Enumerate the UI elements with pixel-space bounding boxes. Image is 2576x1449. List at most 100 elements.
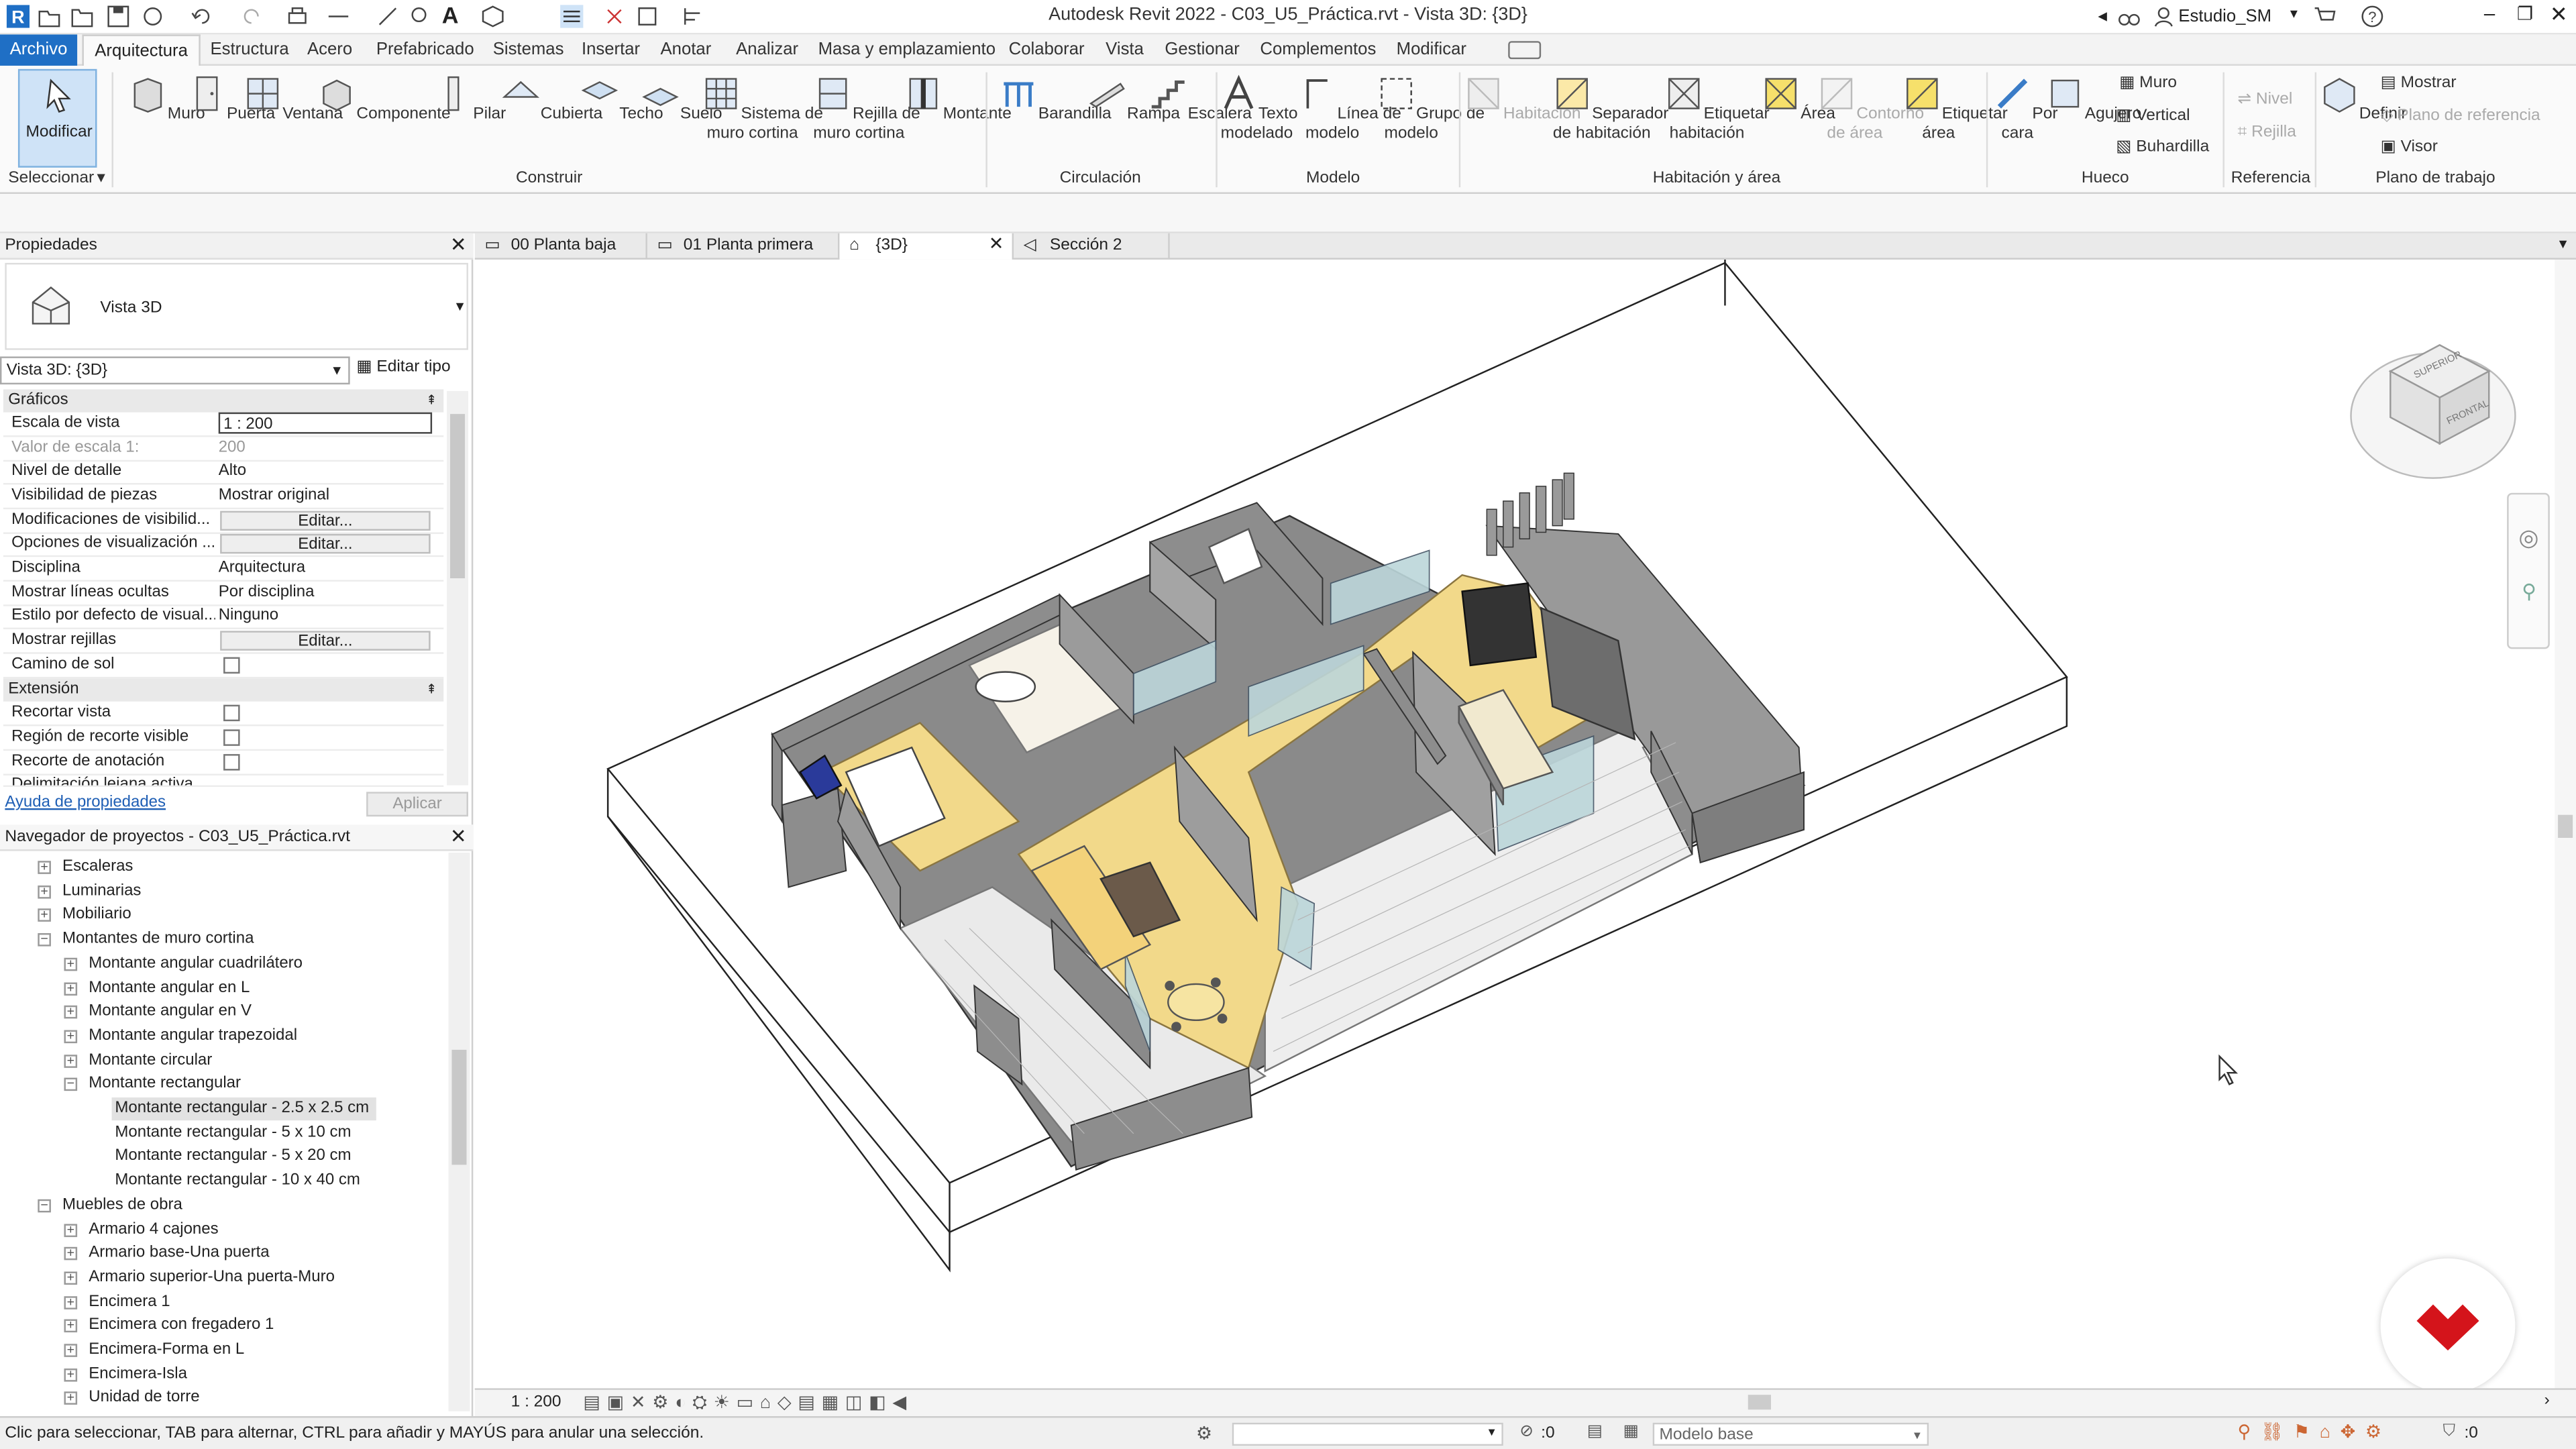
prop-row-parts[interactable]: Visibilidad de piezas Mostrar original	[3, 484, 444, 509]
tab-3d[interactable]: ⌂ {3D} ✕	[839, 233, 1014, 260]
component-button[interactable]: Componente	[317, 74, 451, 125]
window-button[interactable]: Ventana	[243, 74, 343, 125]
prop-value[interactable]: Alto	[219, 460, 432, 483]
scrollbar-thumb[interactable]	[450, 414, 466, 579]
tab-complementos[interactable]: Complementos	[1260, 40, 1376, 59]
prop-value[interactable]: Arquitectura	[219, 557, 432, 580]
ramp-button[interactable]: Rampa	[1087, 74, 1180, 125]
tree-item[interactable]: + Encimera con fregadero 1	[64, 1315, 274, 1338]
prop-row-crop-visible[interactable]: Región de recorte visible	[3, 726, 444, 751]
by-face-button[interactable]: Por cara	[1993, 74, 2058, 144]
filter-icon[interactable]: ⛉	[2443, 1423, 2455, 1441]
edit-type-button[interactable]: ▦ Editar tipo	[356, 358, 450, 376]
prop-row-detail[interactable]: Nivel de detalle Alto	[3, 460, 444, 484]
tab-prefabricado[interactable]: Prefabricado	[376, 40, 474, 59]
prop-row-crop[interactable]: Recortar vista	[3, 702, 444, 726]
room-separator-button[interactable]: Separador de habitación	[1552, 74, 1668, 144]
tag-area-button[interactable]: Etiquetar área	[1902, 74, 2008, 144]
cart-icon[interactable]	[2313, 5, 2336, 28]
chevron-down-icon[interactable]: ▾	[2290, 5, 2298, 23]
help-icon[interactable]: ?	[2361, 5, 2383, 28]
tree-item[interactable]: Montante rectangular - 5 x 20 cm	[115, 1146, 351, 1169]
prop-value[interactable]: Ninguno	[219, 604, 432, 627]
set-workplane-button[interactable]: Definir	[2320, 74, 2407, 125]
wall-opening-button[interactable]: ▦ Muro	[2119, 74, 2177, 92]
area-boundary-button[interactable]: Contorno de área	[1817, 74, 1924, 144]
chevron-down-icon[interactable]: ▾	[97, 169, 105, 187]
ribbon-toggle-icon[interactable]	[1508, 41, 1542, 60]
filter-counter-icon[interactable]: ⊘	[1519, 1423, 1534, 1441]
user-icon[interactable]	[2152, 5, 2175, 28]
tab-colaborar[interactable]: Colaborar	[1009, 40, 1085, 59]
show-workplane-button[interactable]: ▤ Mostrar	[2381, 74, 2457, 92]
tree-item[interactable]: − Montante rectangular	[64, 1073, 241, 1096]
expand-icon[interactable]: +	[64, 981, 78, 995]
dormer-button[interactable]: ▧ Buhardilla	[2116, 138, 2209, 156]
railing-button[interactable]: Barandilla	[999, 74, 1112, 125]
expand-icon[interactable]: +	[64, 1246, 78, 1260]
prop-row-sunpath[interactable]: Camino de sol	[3, 654, 444, 678]
sunpath-checkbox[interactable]	[223, 657, 240, 674]
area-button[interactable]: Área	[1761, 74, 1835, 125]
tab-sistemas[interactable]: Sistemas	[493, 40, 564, 59]
tab-vista[interactable]: Vista	[1106, 40, 1144, 59]
tree-item[interactable]: + Luminarias	[38, 880, 141, 903]
minimize-icon[interactable]: –	[2484, 1, 2495, 24]
group-habitacion[interactable]: Habitación y área	[1653, 169, 1781, 187]
select-dropdown[interactable]: Seleccionar	[8, 169, 94, 187]
tag-room-button[interactable]: Etiquetar habitación	[1664, 74, 1770, 144]
level-button[interactable]: ⇌ Nivel	[2238, 91, 2293, 109]
close-icon[interactable]: ✕	[2550, 1, 2568, 28]
design-options-icon[interactable]: ▦	[1623, 1423, 1639, 1441]
tab-planta-baja[interactable]: ▭ 00 Planta baja	[475, 233, 647, 260]
section-graphics[interactable]: Gráficos ⇞	[3, 389, 444, 413]
expand-icon[interactable]: +	[64, 1367, 78, 1381]
expand-icon[interactable]: +	[64, 1271, 78, 1285]
tab-seccion-2[interactable]: ◁ Sección 2	[1014, 233, 1170, 260]
expand-icon[interactable]: +	[64, 1295, 78, 1309]
type-selector[interactable]: Vista 3D ▼	[5, 262, 468, 350]
view-control-icons[interactable]: ▤▣✕⚙◐⛭☀▭⌂◇▤▦◫◧◀	[583, 1391, 913, 1414]
apply-button[interactable]: Aplicar	[366, 792, 468, 817]
crop-checkbox[interactable]	[223, 704, 240, 722]
steering-wheel-icon[interactable]: ◎	[2518, 524, 2538, 552]
expand-icon[interactable]: +	[64, 1222, 78, 1236]
scrollbar-thumb[interactable]	[2558, 814, 2573, 838]
annotation-crop-checkbox[interactable]	[223, 754, 240, 771]
3d-viewport[interactable]: SUPERIOR FRONTAL ◎ ⚲	[474, 259, 2576, 1393]
tree-item[interactable]: − Montantes de muro cortina	[38, 928, 254, 951]
expand-icon[interactable]: +	[64, 957, 78, 971]
collapse-icon[interactable]: −	[38, 1198, 51, 1212]
user-name[interactable]: Estudio_SM	[2178, 7, 2271, 26]
prop-row-visibility[interactable]: Modificaciones de visibilid... Editar...	[3, 509, 444, 534]
scrollbar-thumb[interactable]	[451, 1049, 467, 1165]
prop-row-hidden[interactable]: Mostrar líneas ocultas Por disciplina	[3, 582, 444, 606]
tab-gestionar[interactable]: Gestionar	[1165, 40, 1240, 59]
tree-item[interactable]: + Encimera 1	[64, 1291, 170, 1313]
tree-item[interactable]: + Montante angular en V	[64, 1001, 252, 1024]
ref-plane-button[interactable]: ◇ Plano de referencia	[2381, 107, 2540, 125]
tree-item[interactable]: + Mobiliario	[38, 904, 131, 927]
tree-item[interactable]: + Montante angular en L	[64, 977, 250, 1000]
tab-arquitectura[interactable]: Arquitectura	[82, 34, 201, 68]
close-icon[interactable]: ✕	[450, 824, 467, 849]
prop-value[interactable]: Por disciplina	[219, 582, 432, 604]
tab-modificar[interactable]: Modificar	[1397, 40, 1466, 59]
tree-item[interactable]: Montante rectangular - 5 x 10 cm	[115, 1122, 351, 1144]
tree-item[interactable]: + Escaleras	[38, 856, 133, 879]
wall-button[interactable]: Muro	[128, 74, 205, 125]
viewport-scrollbar[interactable]	[2555, 259, 2576, 1389]
tree-item[interactable]: Montante rectangular - 2.5 x 2.5 cm	[111, 1097, 376, 1121]
roof-button[interactable]: Cubierta	[501, 74, 602, 125]
expand-icon[interactable]: +	[38, 884, 51, 898]
edit-button[interactable]: Editar...	[220, 511, 431, 531]
tab-estructura[interactable]: Estructura	[210, 40, 288, 59]
model-view[interactable]	[475, 259, 2576, 1388]
tree-item[interactable]: + Armario superior-Una puerta-Muro	[64, 1267, 335, 1289]
tab-insertar[interactable]: Insertar	[582, 40, 640, 59]
tab-acero[interactable]: Acero	[307, 40, 352, 59]
properties-help-link[interactable]: Ayuda de propiedades	[5, 794, 166, 812]
tree-item[interactable]: + Encimera-Forma en L	[64, 1339, 244, 1362]
tree-item[interactable]: + Encimera-Isla	[64, 1363, 187, 1386]
worksets-icon[interactable]: ⚙	[1196, 1423, 1212, 1444]
